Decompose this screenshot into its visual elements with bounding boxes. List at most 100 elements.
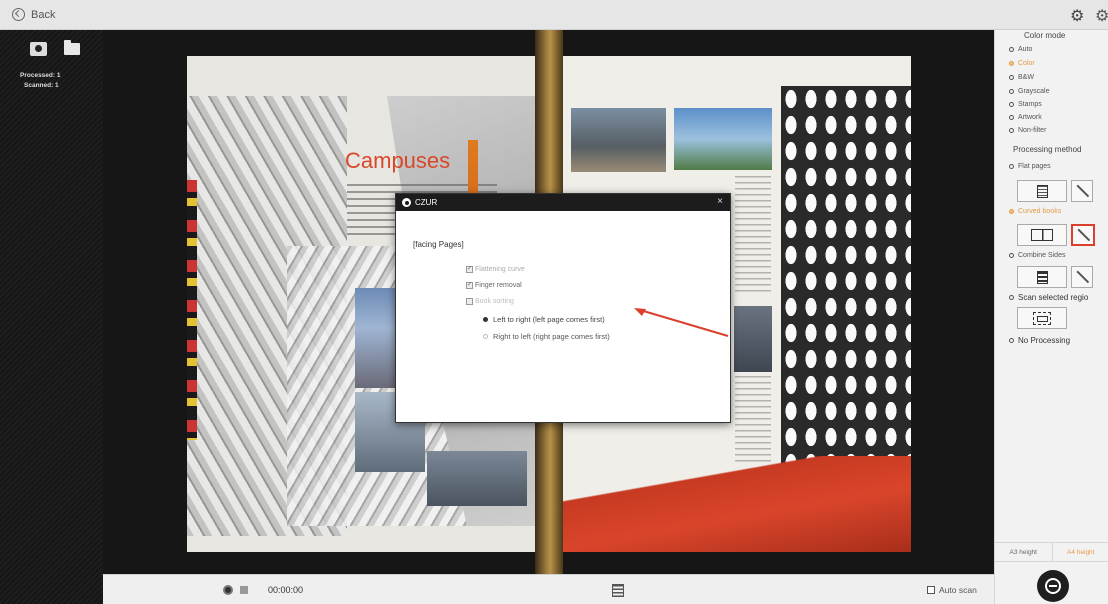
radio-icon — [1009, 47, 1014, 52]
method-no-processing[interactable]: No Processing — [1009, 336, 1070, 345]
curved-book-edit-button[interactable] — [1071, 224, 1095, 246]
radio-icon — [1009, 75, 1014, 80]
radio-icon — [1009, 102, 1014, 107]
radio-icon — [1009, 164, 1014, 169]
page-headline: Campuses — [345, 148, 451, 173]
stop-button[interactable] — [240, 586, 248, 594]
scanned-count: Scanned: 1 — [24, 82, 59, 89]
method-flat-pages[interactable]: Flat pages — [1009, 163, 1051, 170]
radio-icon — [1009, 338, 1014, 343]
option-label: Book sorting — [475, 298, 514, 305]
option-label: Color — [1018, 60, 1035, 67]
radio-selected-icon — [1009, 61, 1014, 66]
checkbox-icon: ✓ — [466, 282, 473, 289]
tab-a3-height[interactable]: A3 height — [995, 543, 1053, 561]
tab-a4-height[interactable]: A4 height — [1053, 543, 1108, 561]
settings-panel: Color mode Auto Color B&W Grayscale Stam… — [994, 30, 1108, 604]
back-label: Back — [31, 8, 56, 21]
color-mode-color[interactable]: Color — [1009, 60, 1035, 67]
radio-unselected-icon — [483, 334, 488, 339]
method-combine-sides[interactable]: Combine Sides — [1009, 252, 1065, 259]
back-button[interactable]: Back — [12, 8, 55, 21]
auto-scan-label: Auto scan — [939, 585, 977, 595]
combine-pages-icon — [1036, 270, 1048, 284]
building-photo — [674, 108, 772, 170]
campus-photo — [734, 306, 772, 372]
radio-selected-icon — [1009, 209, 1014, 214]
option-label: Stamps — [1018, 101, 1042, 108]
auto-scan-toggle[interactable]: Auto scan — [927, 585, 977, 595]
close-icon[interactable]: × — [717, 196, 723, 207]
radio-icon — [1009, 115, 1014, 120]
region-select-icon — [1033, 311, 1051, 325]
method-scan-region[interactable]: Scan selected regio — [1009, 293, 1088, 302]
option-label: Auto — [1018, 46, 1033, 53]
right-to-left-radio[interactable]: Right to left (right page comes first) — [483, 332, 610, 341]
bottom-toolbar: 00:00:00 Auto scan — [103, 574, 994, 604]
camera-icon[interactable] — [30, 42, 47, 56]
option-label: Finger removal — [475, 282, 522, 289]
page-view-icon[interactable] — [612, 584, 624, 597]
record-button[interactable] — [223, 585, 233, 595]
flat-pages-button[interactable] — [1017, 180, 1067, 202]
finger-removal-option[interactable]: ✓ Finger removal — [466, 282, 522, 289]
scan-button[interactable] — [1037, 570, 1069, 602]
curved-book-button[interactable] — [1017, 224, 1067, 246]
processed-count: Processed: 1 — [20, 72, 61, 79]
color-mode-title: Color mode — [1024, 31, 1066, 40]
help-icon[interactable]: ⚙ — [1095, 6, 1108, 26]
campus-photo — [427, 451, 527, 506]
dialog-title: CZUR — [415, 198, 438, 207]
radio-icon — [1009, 128, 1014, 133]
radio-selected-icon — [483, 317, 488, 322]
height-tabs: A3 height A4 height — [995, 542, 1108, 562]
radio-icon — [1009, 295, 1014, 300]
dialog-section-title: [facing Pages] — [413, 240, 464, 249]
flatten-curve-option[interactable]: ✓ Flattening curve — [466, 266, 525, 273]
checkbox-icon — [927, 586, 935, 594]
app-logo-icon — [402, 198, 411, 207]
combine-sides-edit-button[interactable] — [1071, 266, 1093, 288]
radio-icon — [1009, 89, 1014, 94]
flat-pages-edit-button[interactable] — [1071, 180, 1093, 202]
color-mode-artwork[interactable]: Artwork — [1009, 114, 1042, 121]
body-text-block — [735, 176, 771, 296]
option-label: Grayscale — [1018, 88, 1050, 95]
folder-icon[interactable] — [64, 40, 80, 55]
option-label: Artwork — [1018, 114, 1042, 121]
radio-label: Left to right (left page comes first) — [493, 315, 605, 324]
left-panel: Processed: 1 Scanned: 1 — [0, 30, 103, 604]
scan-region-button[interactable] — [1017, 307, 1067, 329]
diagonal-edit-icon — [1075, 184, 1089, 198]
body-text-block — [735, 376, 771, 466]
book-sorting-option[interactable]: Book sorting — [466, 298, 514, 305]
option-label: Scan selected regio — [1018, 293, 1089, 302]
color-mode-bw[interactable]: B&W — [1009, 74, 1034, 81]
page-edge-colors — [187, 180, 197, 440]
checkbox-icon: ✓ — [466, 266, 473, 273]
diagonal-edit-icon — [1075, 270, 1089, 284]
radio-icon — [1009, 253, 1014, 258]
open-book-icon — [1031, 229, 1053, 241]
color-mode-stamps[interactable]: Stamps — [1009, 101, 1042, 108]
option-label: Combine Sides — [1018, 252, 1066, 259]
color-mode-non-filter[interactable]: Non-filter — [1009, 127, 1046, 134]
combine-sides-button[interactable] — [1017, 266, 1067, 288]
color-mode-grayscale[interactable]: Grayscale — [1009, 88, 1050, 95]
checkbox-icon — [466, 298, 473, 305]
timer-display: 00:00:00 — [268, 585, 304, 595]
method-curved-books[interactable]: Curved books — [1009, 208, 1061, 215]
radio-label: Right to left (right page comes first) — [493, 332, 610, 341]
dialog-header: CZUR × — [396, 194, 730, 211]
settings-gear-icon[interactable]: ⚙ — [1070, 6, 1084, 26]
page-icon — [1036, 184, 1048, 198]
scan-icon — [1045, 578, 1061, 594]
color-mode-auto[interactable]: Auto — [1009, 46, 1032, 53]
diagonal-edit-icon — [1076, 228, 1090, 242]
processing-method-title: Processing method — [1013, 145, 1082, 154]
option-label: No Processing — [1018, 336, 1071, 345]
left-to-right-radio[interactable]: Left to right (left page comes first) — [483, 315, 605, 324]
annotation-arrow-icon — [634, 308, 729, 337]
option-label: B&W — [1018, 74, 1034, 81]
top-bar: Back ⚙ ⚙ — [0, 0, 1108, 30]
